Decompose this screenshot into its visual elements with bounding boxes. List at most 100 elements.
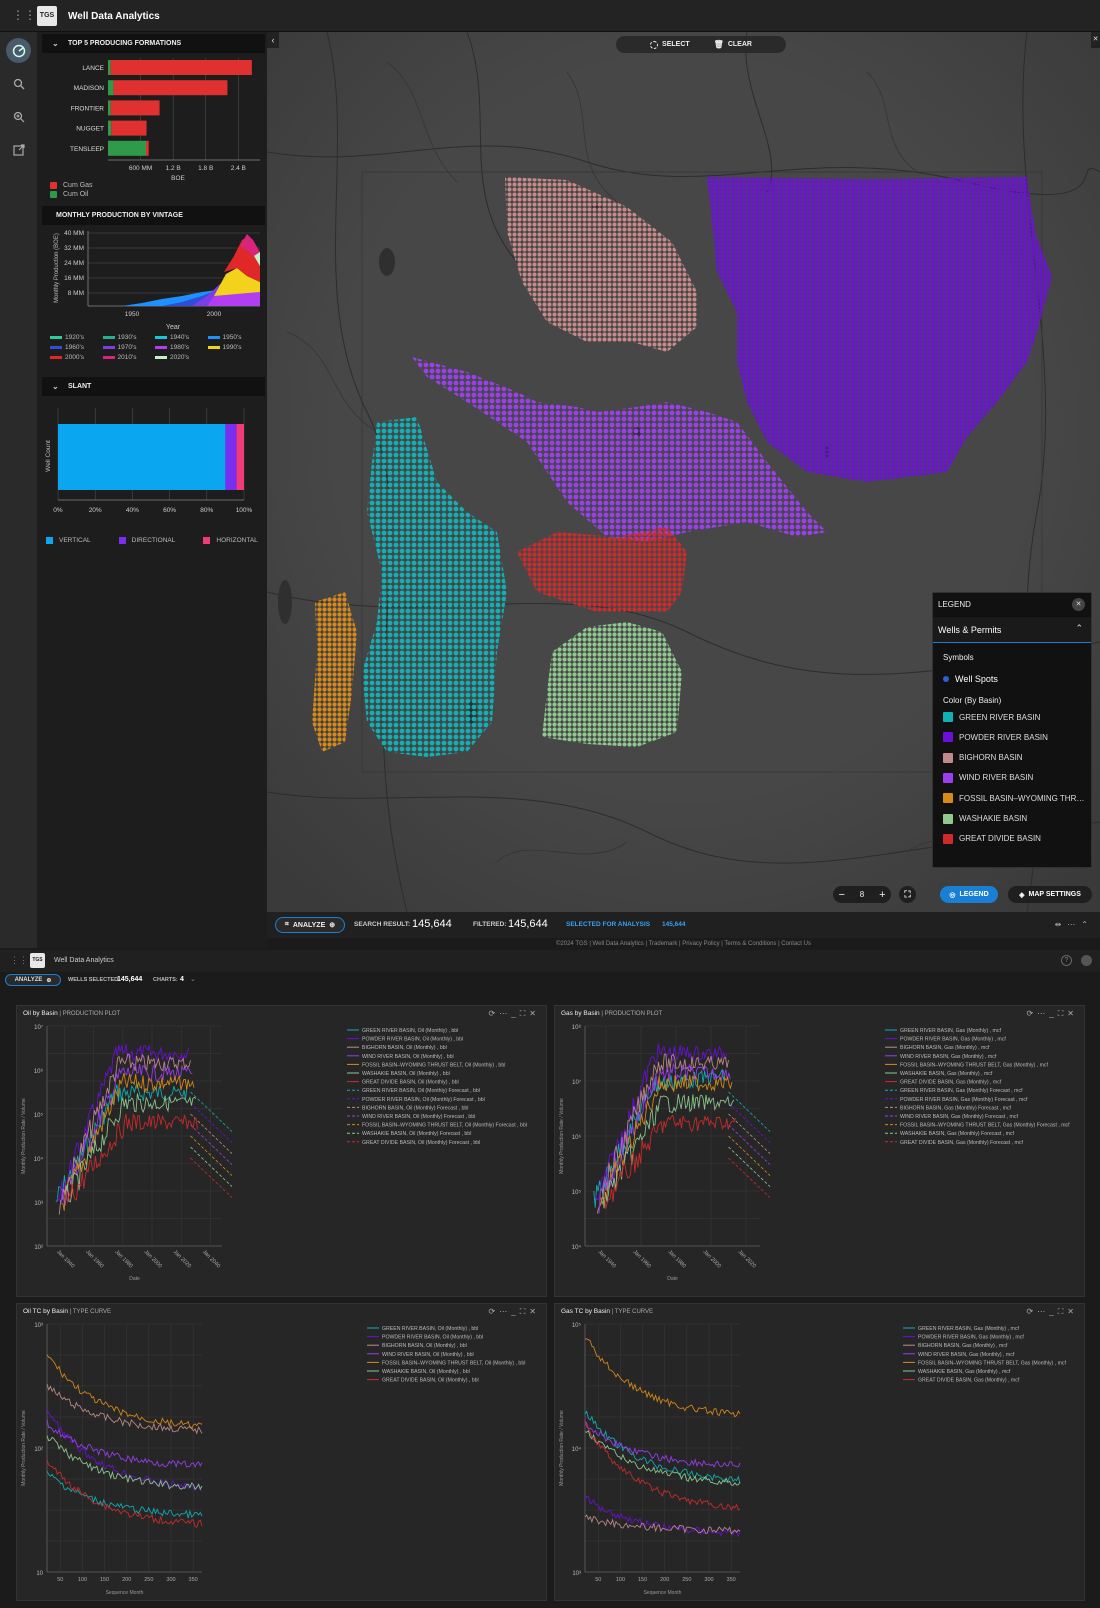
legend-basin-item[interactable]: GREEN RIVER BASIN — [943, 712, 1040, 722]
chevron-down-icon[interactable]: ⌄ — [190, 975, 196, 983]
minimize-icon[interactable]: _ — [511, 1307, 519, 1316]
chart-legend-label[interactable]: WASHAKIE BASIN, Oil (Monthly) , bbl — [362, 1071, 450, 1077]
chart-legend-label[interactable]: BIGHORN BASIN, Oil (Monthly) , bbl — [362, 1045, 447, 1051]
select-button[interactable]: SELECT — [650, 40, 690, 49]
legend-basin-item[interactable]: FOSSIL BASIN–WYOMING THR… — [943, 793, 1084, 804]
help-icon[interactable]: ? — [1061, 955, 1072, 966]
clear-button[interactable]: 🗑 CLEAR — [714, 40, 752, 49]
avatar[interactable] — [1081, 955, 1092, 966]
legend-toggle-button[interactable]: ◎ LEGEND — [940, 886, 998, 903]
chart-legend-label[interactable]: FOSSIL BASIN–WYOMING THRUST BELT, Gas (M… — [900, 1062, 1049, 1068]
maximize-icon[interactable]: ⛶ — [1058, 1009, 1068, 1018]
chart-legend-label[interactable]: GREAT DIVIDE BASIN, Oil (Monthly) , bbl — [382, 1378, 479, 1384]
chart-legend-label[interactable]: GREAT DIVIDE BASIN, Gas (Monthly) , mcf — [900, 1080, 1002, 1086]
more-icon[interactable]: ⋯ — [1037, 1009, 1049, 1018]
chart-legend-label[interactable]: WASHAKIE BASIN, Gas (Monthly) , mcf — [900, 1071, 993, 1077]
legend-basin-item[interactable]: BIGHORN BASIN — [943, 752, 1023, 763]
minimize-icon[interactable]: _ — [511, 1009, 519, 1018]
more-icon[interactable]: ⋯ — [499, 1307, 511, 1316]
close-icon[interactable]: ✕ — [1067, 1307, 1078, 1316]
vintage-legend-item[interactable]: 1960's — [50, 344, 103, 351]
chart-legend-label[interactable]: GREEN RIVER BASIN, Oil (Monthly) Forecas… — [362, 1088, 480, 1094]
more-icon[interactable]: ⋯ — [499, 1009, 511, 1018]
legend-basin-item[interactable]: WIND RIVER BASIN — [943, 772, 1033, 783]
chart-legend-label[interactable]: WIND RIVER BASIN, Oil (Monthly) Forecast… — [362, 1114, 475, 1120]
chart-legend-label[interactable]: GREEN RIVER BASIN, Gas (Monthly) , mcf — [918, 1326, 1019, 1332]
legend-close-button[interactable]: ✕ — [1072, 598, 1085, 611]
app-grid-icon[interactable]: ⋮⋮ — [10, 955, 28, 966]
chart-legend-label[interactable]: GREEN RIVER BASIN, Gas (Monthly) Forecas… — [900, 1088, 1023, 1094]
chart-legend-label[interactable]: GREEN RIVER BASIN, Gas (Monthly) , mcf — [900, 1028, 1001, 1034]
vintage-legend-item[interactable]: 1980's — [155, 344, 208, 351]
legend-basin-item[interactable]: POWDER RIVER BASIN — [943, 732, 1048, 743]
map-settings-button[interactable]: ◈ MAP SETTINGS — [1008, 886, 1092, 903]
chart-legend-label[interactable]: BIGHORN BASIN, Gas (Monthly) Forecast , … — [900, 1105, 1012, 1111]
slant-header[interactable]: ⌄ SLANT — [42, 377, 265, 396]
vintage-legend-item[interactable]: 1950's — [207, 334, 261, 341]
analyze-button[interactable]: ⌗ ANALYZE ⊕ — [275, 917, 345, 933]
refresh-icon[interactable]: ⟳ — [489, 1307, 500, 1316]
vintage-legend-item[interactable]: 1920's — [50, 334, 103, 341]
chart-legend-label[interactable]: POWDER RIVER BASIN, Oil (Monthly) , bbl — [362, 1037, 463, 1043]
chart-legend-label[interactable]: POWDER RIVER BASIN, Gas (Monthly) , mcf — [918, 1335, 1024, 1341]
chart-legend-label[interactable]: WASHAKIE BASIN, Gas (Monthly) , mcf — [918, 1369, 1011, 1375]
chart-legend-label[interactable]: POWDER RIVER BASIN, Gas (Monthly) , mcf — [900, 1037, 1006, 1043]
chart-legend-label[interactable]: GREAT DIVIDE BASIN, Gas (Monthly) Foreca… — [900, 1140, 1023, 1146]
chart-legend-label[interactable]: GREEN RIVER BASIN, Oil (Monthly) , bbl — [362, 1028, 458, 1034]
search-rail-button[interactable] — [6, 71, 31, 96]
close-icon[interactable]: ✕ — [1067, 1009, 1078, 1018]
analyze-button[interactable]: ANALYZE ⊕ — [5, 974, 61, 986]
zoom-in-button[interactable]: + — [879, 889, 885, 901]
slant-legend-item[interactable]: VERTICAL — [46, 537, 91, 544]
formations-header[interactable]: ⌄ TOP 5 PRODUCING FORMATIONS — [42, 34, 265, 53]
vintage-legend-item[interactable]: 1930's — [102, 334, 156, 341]
slant-legend-item[interactable]: DIRECTIONAL — [118, 537, 175, 544]
vintage-legend-item[interactable]: 2010's — [102, 354, 156, 361]
refresh-icon[interactable]: ⟳ — [489, 1009, 500, 1018]
close-icon[interactable]: ✕ — [529, 1009, 540, 1018]
fullscreen-button[interactable]: ⛶ — [899, 886, 916, 903]
chart-legend-label[interactable]: BIGHORN BASIN, Oil (Monthly) , bbl — [382, 1343, 467, 1349]
refresh-icon[interactable]: ⟳ — [1027, 1009, 1038, 1018]
chart-legend-label[interactable]: WIND RIVER BASIN, Oil (Monthly) , bbl — [382, 1352, 474, 1358]
chart-legend-label[interactable]: FOSSIL BASIN–WYOMING THRUST BELT, Oil (M… — [382, 1360, 525, 1366]
chart-legend-label[interactable]: BIGHORN BASIN, Gas (Monthly) , mcf — [900, 1045, 990, 1051]
refresh-icon[interactable]: ⟳ — [1027, 1307, 1038, 1316]
chart-legend-label[interactable]: FOSSIL BASIN–WYOMING THRUST BELT, Oil (M… — [362, 1123, 527, 1129]
vintage-legend-item[interactable]: 1990's — [207, 344, 261, 351]
app-grid-icon[interactable]: ⋮⋮⋮ — [12, 9, 48, 23]
chart-legend-label[interactable]: WASHAKIE BASIN, Oil (Monthly) Forecast ,… — [362, 1131, 471, 1137]
more-icon[interactable]: ⋯ — [1037, 1307, 1049, 1316]
minimize-icon[interactable]: _ — [1049, 1307, 1057, 1316]
chart-legend-label[interactable]: POWDER RIVER BASIN, Gas (Monthly) Foreca… — [900, 1097, 1028, 1103]
chart-legend-label[interactable]: GREAT DIVIDE BASIN, Oil (Monthly) Foreca… — [362, 1140, 480, 1146]
chart-legend-label[interactable]: POWDER RIVER BASIN, Oil (Monthly) , bbl — [382, 1335, 483, 1341]
chart-legend-label[interactable]: BIGHORN BASIN, Oil (Monthly) Forecast , … — [362, 1105, 468, 1111]
maximize-icon[interactable]: ⛶ — [1058, 1307, 1068, 1316]
chart-legend-label[interactable]: WASHAKIE BASIN, Oil (Monthly) , bbl — [382, 1369, 470, 1375]
chart-legend-label[interactable]: FOSSIL BASIN–WYOMING THRUST BELT, Gas (M… — [918, 1360, 1067, 1366]
minimize-icon[interactable]: _ — [1049, 1009, 1057, 1018]
close-map-panel-button[interactable]: ✕ — [1091, 32, 1100, 48]
chart-legend-label[interactable]: GREAT DIVIDE BASIN, Oil (Monthly) , bbl — [362, 1080, 459, 1086]
export-rail-button[interactable] — [6, 137, 31, 162]
vintage-legend-item[interactable]: 2020's — [155, 354, 208, 361]
chart-legend-label[interactable]: FOSSIL BASIN–WYOMING THRUST BELT, Gas (M… — [900, 1123, 1070, 1129]
maximize-icon[interactable]: ⛶ — [520, 1009, 530, 1018]
legend-basin-item[interactable]: GREAT DIVIDE BASIN — [943, 833, 1041, 844]
chart-legend-label[interactable]: WIND RIVER BASIN, Gas (Monthly) Forecast… — [900, 1114, 1018, 1120]
chevron-up-icon[interactable]: ⌃ — [1081, 920, 1094, 929]
chart-legend-label[interactable]: WIND RIVER BASIN, Gas (Monthly) , mcf — [900, 1054, 997, 1060]
chart-legend-label[interactable]: BIGHORN BASIN, Gas (Monthly) , mcf — [918, 1343, 1008, 1349]
chart-legend-label[interactable]: POWDER RIVER BASIN, Oil (Monthly) Foreca… — [362, 1097, 485, 1103]
slant-legend-item[interactable]: HORIZONTAL — [203, 537, 258, 544]
chart-legend-label[interactable]: GREEN RIVER BASIN, Oil (Monthly) , bbl — [382, 1326, 478, 1332]
chart-legend-label[interactable]: WASHAKIE BASIN, Gas (Monthly) Forecast ,… — [900, 1131, 1015, 1137]
collapse-panel-button[interactable]: ‹ — [267, 32, 279, 48]
zoom-out-button[interactable]: − — [838, 889, 844, 901]
chart-legend-label[interactable]: FOSSIL BASIN–WYOMING THRUST BELT, Oil (M… — [362, 1062, 505, 1068]
maximize-icon[interactable]: ⛶ — [520, 1307, 530, 1316]
vintage-legend-item[interactable]: 1940's — [155, 334, 208, 341]
chart-legend-label[interactable]: WIND RIVER BASIN, Oil (Monthly) , bbl — [362, 1054, 454, 1060]
close-icon[interactable]: ✕ — [529, 1307, 540, 1316]
